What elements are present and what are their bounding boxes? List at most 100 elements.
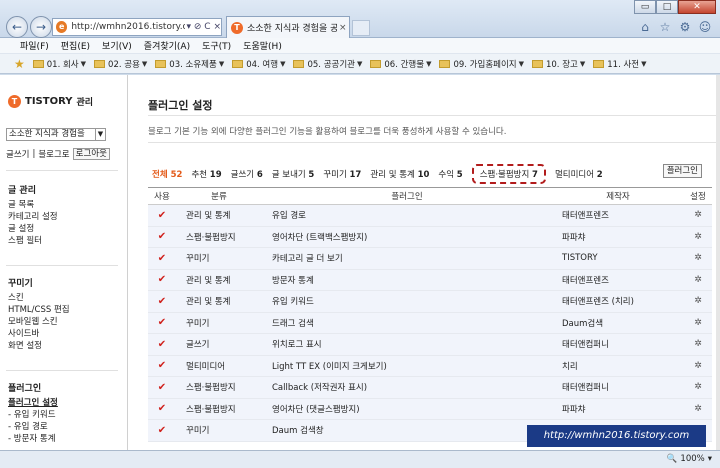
maximize-button[interactable]: □ [656,0,678,14]
fav-folder[interactable]: 02. 공용 ▼ [94,58,147,70]
filter-recommended[interactable]: 추천 19 [191,168,221,184]
enabled-check-icon[interactable]: ✔ [148,253,176,264]
smiley-icon[interactable]: ☺ [698,20,712,34]
settings-gear-icon[interactable]: ✲ [684,232,712,242]
favorites-star-icon[interactable]: ☆ [658,20,672,34]
enabled-check-icon[interactable]: ✔ [148,274,176,285]
tab-active[interactable]: T 소소한 지식과 경험을 공유... × [226,16,350,38]
fav-folder[interactable]: 06. 간행물 ▼ [370,58,431,70]
settings-gear-icon[interactable]: ✲ [684,210,712,220]
settings-gear-icon[interactable]: ✲ [684,318,712,328]
plugin-store-button[interactable]: 플러그인 [662,164,702,178]
menu-file[interactable]: 파일(F) [20,39,49,52]
enabled-check-icon[interactable]: ✔ [148,210,176,221]
sidebar-item[interactable]: 화면 설정 [8,340,70,352]
settings-gear-icon[interactable]: ✲ [684,361,712,371]
enabled-check-icon[interactable]: ✔ [148,360,176,371]
close-window-button[interactable]: ✕ [678,0,716,14]
settings-gear-icon[interactable]: ✲ [684,382,712,392]
row-plugin-name[interactable]: 위치로그 표시 [262,338,552,350]
filter-all[interactable]: 전체 52 [152,168,182,184]
sidebar-group-posts: 글 관리 글 목록 카테고리 설정 글 설정 스팸 필터 [8,185,58,247]
fav-folder[interactable]: 03. 소유제품 ▼ [155,58,224,70]
address-actions[interactable]: ▾ ⊘ C × [187,22,221,32]
gear-icon[interactable]: ⚙ [678,20,692,34]
col-maker: 제작자 [606,192,630,202]
sidebar-item[interactable]: 글 목록 [8,199,58,211]
filter-multimedia[interactable]: 멀티미디어 2 [555,168,603,184]
settings-gear-icon[interactable]: ✲ [684,275,712,285]
sidebar-item[interactable]: 글 설정 [8,223,58,235]
row-plugin-name[interactable]: 방문자 통계 [262,274,552,286]
sidebar-item[interactable]: - 유입 키워드 [8,409,58,421]
settings-gear-icon[interactable]: ✲ [684,339,712,349]
enabled-check-icon[interactable]: ✔ [148,231,176,242]
zoom-control[interactable]: 🔍 100% ▾ [667,454,712,464]
enabled-check-icon[interactable]: ✔ [148,425,176,436]
sidebar-item-plugin-settings[interactable]: 플러그인 설정 [8,397,58,409]
filter-spam-protection[interactable]: 스팸·불펌방지 7 [471,164,546,184]
filter-revenue[interactable]: 수익 5 [438,168,462,184]
blog-select[interactable]: 소소한 지식과 경험을 ▼ [6,128,106,141]
row-plugin-name[interactable]: 영어차단 (트랙백스팸방지) [262,231,552,243]
back-button[interactable]: ← [6,16,28,38]
sidebar-item[interactable]: 카테고리 설정 [8,211,58,223]
row-plugin-name[interactable]: 유입 키워드 [262,295,552,307]
row-category: 관리 및 통계 [186,297,231,308]
forward-button[interactable]: → [30,16,52,38]
menu-help[interactable]: 도움말(H) [243,39,282,52]
menu-view[interactable]: 보기(V) [102,39,132,52]
menu-favorites[interactable]: 즐겨찾기(A) [144,39,190,52]
row-plugin-name[interactable]: Daum 검색창 [262,424,552,436]
fav-folder[interactable]: 05. 공공기관 ▼ [293,58,362,70]
settings-gear-icon[interactable]: ✲ [684,253,712,263]
row-plugin-name[interactable]: Light TT EX (이미지 크게보기) [262,360,552,372]
page-scrollbar[interactable] [716,75,720,450]
filter-stats[interactable]: 관리 및 통계 10 [370,168,429,184]
sidebar-item[interactable]: HTML/CSS 편집 [8,304,70,316]
enabled-check-icon[interactable]: ✔ [148,403,176,414]
sidebar-item[interactable]: 스킨 [8,292,70,304]
tistory-logo[interactable]: T TISTORY 관리 [8,95,93,108]
blog-link[interactable]: 블로그로 [38,148,69,160]
row-plugin-name[interactable]: 드래그 검색 [262,317,552,329]
sidebar-item[interactable]: 모바일웹 스킨 [8,316,70,328]
fav-folder[interactable]: 09. 가입홈페이지 ▼ [439,58,524,70]
row-plugin-name[interactable]: 카테고리 글 더 보기 [262,252,552,264]
favorites-add-icon[interactable]: ★ [14,57,25,71]
menu-tools[interactable]: 도구(T) [202,39,231,52]
fav-folder[interactable]: 01. 회사 ▼ [32,58,86,70]
row-plugin-name[interactable]: Callback (저작권자 표시) [262,381,552,393]
chevron-down-icon: ▼ [95,129,105,140]
settings-gear-icon[interactable]: ✲ [684,296,712,306]
minimize-button[interactable]: ▭ [634,0,656,14]
filter-decoration[interactable]: 꾸미기 17 [323,168,361,184]
row-plugin-name[interactable]: 영어차단 (댓글스팸방지) [262,403,552,415]
enabled-check-icon[interactable]: ✔ [148,339,176,350]
sidebar-item[interactable]: 스팸 필터 [8,235,58,247]
sidebar-item[interactable]: - 유입 경로 [8,421,58,433]
table-row: ✔ 스팸·불펌방지 영어차단 (댓글스팸방지) 파파챠 ✲ [148,398,712,420]
logout-button[interactable]: 로그아웃 [72,148,110,160]
menu-edit[interactable]: 편집(E) [61,39,90,52]
table-row: ✔ 스팸·불펌방지 Callback (저작권자 표시) 태터앤컴퍼니 ✲ [148,377,712,399]
row-plugin-name[interactable]: 유입 경로 [262,209,552,221]
settings-gear-icon[interactable]: ✲ [684,404,712,414]
sidebar-item[interactable]: - 방문자 통계 [8,433,58,445]
write-link[interactable]: 글쓰기 [6,148,29,160]
status-bar: 🔍 100% ▾ [0,450,720,468]
filter-writing[interactable]: 글쓰기 6 [231,168,263,184]
tab-close-icon[interactable]: × [339,23,347,33]
fav-folder[interactable]: 10. 장고 ▼ [531,58,585,70]
address-bar[interactable]: e http://wmhn2016.tistory.com/ ▾ ⊘ C × [52,18,222,36]
home-icon[interactable]: ⌂ [638,20,652,34]
new-tab-button[interactable] [352,20,370,36]
address-url[interactable]: http://wmhn2016.tistory.com/ [71,22,184,32]
fav-folder[interactable]: 11. 사전 ▼ [593,58,647,70]
enabled-check-icon[interactable]: ✔ [148,296,176,307]
filter-sending[interactable]: 글 보내기 5 [272,168,315,184]
enabled-check-icon[interactable]: ✔ [148,382,176,393]
enabled-check-icon[interactable]: ✔ [148,317,176,328]
fav-folder[interactable]: 04. 여행 ▼ [232,58,285,70]
sidebar-item[interactable]: 사이드바 [8,328,70,340]
